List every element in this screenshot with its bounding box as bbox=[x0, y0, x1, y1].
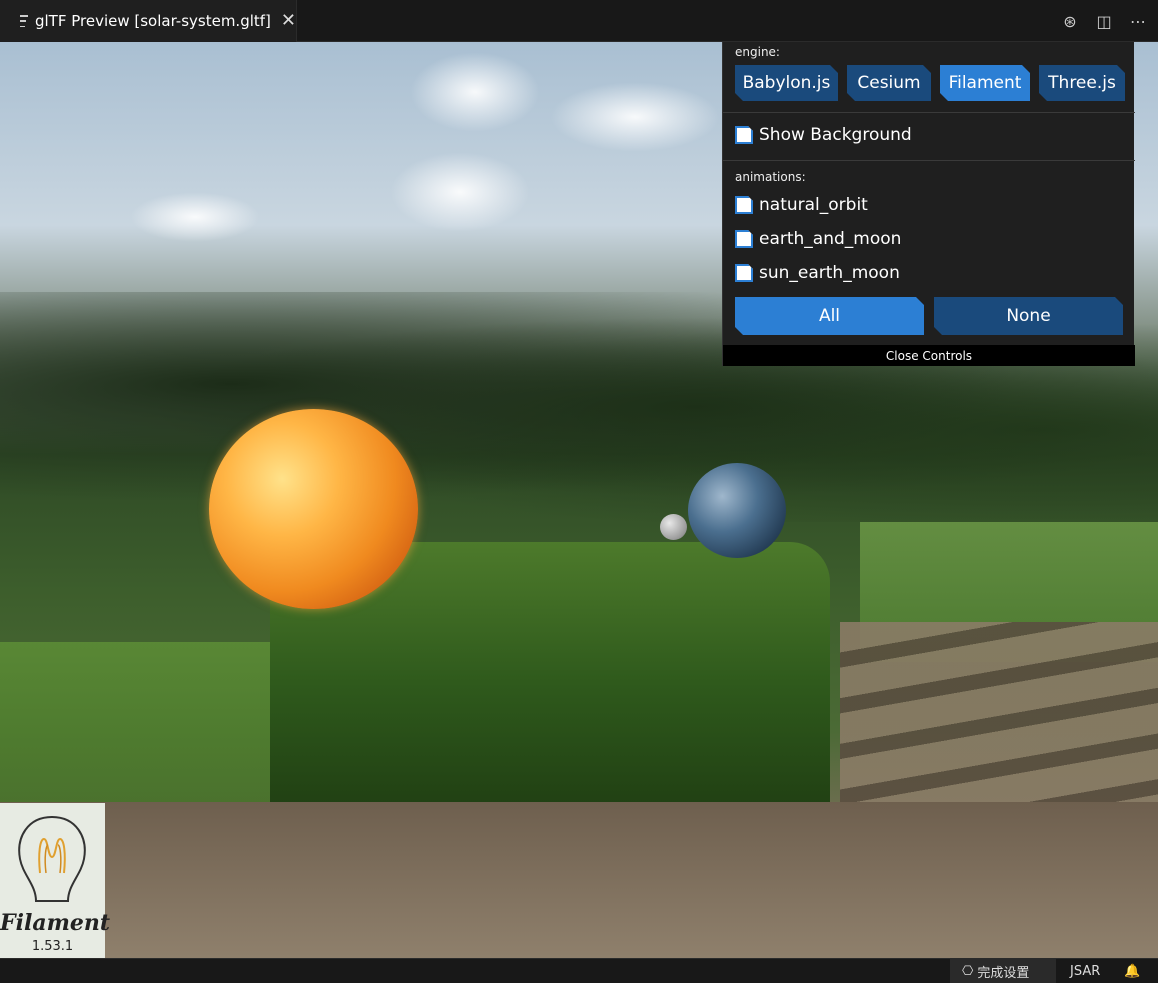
moon-model bbox=[660, 514, 687, 540]
animation-label: sun_earth_moon bbox=[759, 263, 900, 283]
engine-label: engine: bbox=[735, 45, 780, 59]
notifications-bell-icon[interactable]: 🔔 bbox=[1124, 959, 1140, 983]
animation-label: earth_and_moon bbox=[759, 229, 902, 249]
cloud bbox=[550, 82, 720, 152]
checkbox-icon bbox=[735, 126, 753, 144]
cloud bbox=[390, 152, 530, 232]
sun-model bbox=[209, 409, 418, 609]
engine-babylon-button[interactable]: Babylon.js bbox=[735, 65, 838, 101]
animation-sun-earth-moon-checkbox[interactable]: sun_earth_moon bbox=[735, 263, 900, 283]
filament-logo: Filament 1.53.1 bbox=[0, 803, 111, 958]
split-editor-icon[interactable]: ◫ bbox=[1094, 11, 1114, 31]
status-bar: ⎔ 完成设置 JSAR 🔔 bbox=[0, 958, 1158, 983]
close-icon[interactable]: ✕ bbox=[281, 12, 296, 30]
tab-title: glTF Preview [solar-system.gltf] bbox=[34, 12, 271, 30]
copilot-label: 完成设置 bbox=[977, 966, 1030, 981]
animation-label: natural_orbit bbox=[759, 195, 868, 215]
cloud bbox=[410, 52, 540, 132]
engine-threejs-button[interactable]: Three.js bbox=[1039, 65, 1125, 101]
show-background-checkbox[interactable]: Show Background bbox=[735, 125, 912, 145]
divider bbox=[723, 160, 1135, 161]
checkbox-icon bbox=[735, 196, 753, 214]
engine-selector: Babylon.js Cesium Filament Three.js bbox=[735, 65, 1125, 101]
select-none-button[interactable]: None bbox=[934, 297, 1123, 335]
animation-natural-orbit-checkbox[interactable]: natural_orbit bbox=[735, 195, 868, 215]
more-actions-icon[interactable]: ⋯ bbox=[1128, 11, 1148, 31]
preview-icon bbox=[20, 15, 28, 27]
tab-bar: glTF Preview [solar-system.gltf] ✕ ⊛ ◫ ⋯ bbox=[0, 0, 1158, 42]
checkbox-icon bbox=[735, 264, 753, 282]
language-mode[interactable]: JSAR bbox=[1070, 959, 1100, 983]
close-controls-button[interactable]: Close Controls bbox=[723, 345, 1135, 366]
logo-name: Filament bbox=[0, 910, 111, 936]
divider bbox=[723, 112, 1135, 113]
ground bbox=[0, 802, 1158, 958]
checkbox-icon bbox=[735, 230, 753, 248]
engine-filament-button[interactable]: Filament bbox=[940, 65, 1030, 101]
cloud bbox=[130, 192, 260, 242]
engine-cesium-button[interactable]: Cesium bbox=[847, 65, 931, 101]
editor-tab[interactable]: glTF Preview [solar-system.gltf] ✕ bbox=[0, 0, 297, 42]
earth-model bbox=[688, 463, 786, 558]
select-all-button[interactable]: All bbox=[735, 297, 924, 335]
animation-earth-and-moon-checkbox[interactable]: earth_and_moon bbox=[735, 229, 901, 249]
animations-label: animations: bbox=[735, 170, 806, 184]
controls-panel: engine: Babylon.js Cesium Filament Three… bbox=[722, 42, 1135, 366]
copilot-setup-item[interactable]: ⎔ 完成设置 bbox=[950, 959, 1056, 983]
show-background-label: Show Background bbox=[759, 125, 912, 145]
copilot-icon: ⎔ bbox=[962, 964, 974, 979]
tab-actions: ⊛ ◫ ⋯ bbox=[1060, 0, 1148, 42]
debug-icon[interactable]: ⊛ bbox=[1060, 11, 1080, 31]
animation-select-buttons: All None bbox=[735, 297, 1123, 335]
engine-version: 1.53.1 bbox=[31, 939, 74, 954]
lightbulb-icon bbox=[18, 815, 86, 902]
